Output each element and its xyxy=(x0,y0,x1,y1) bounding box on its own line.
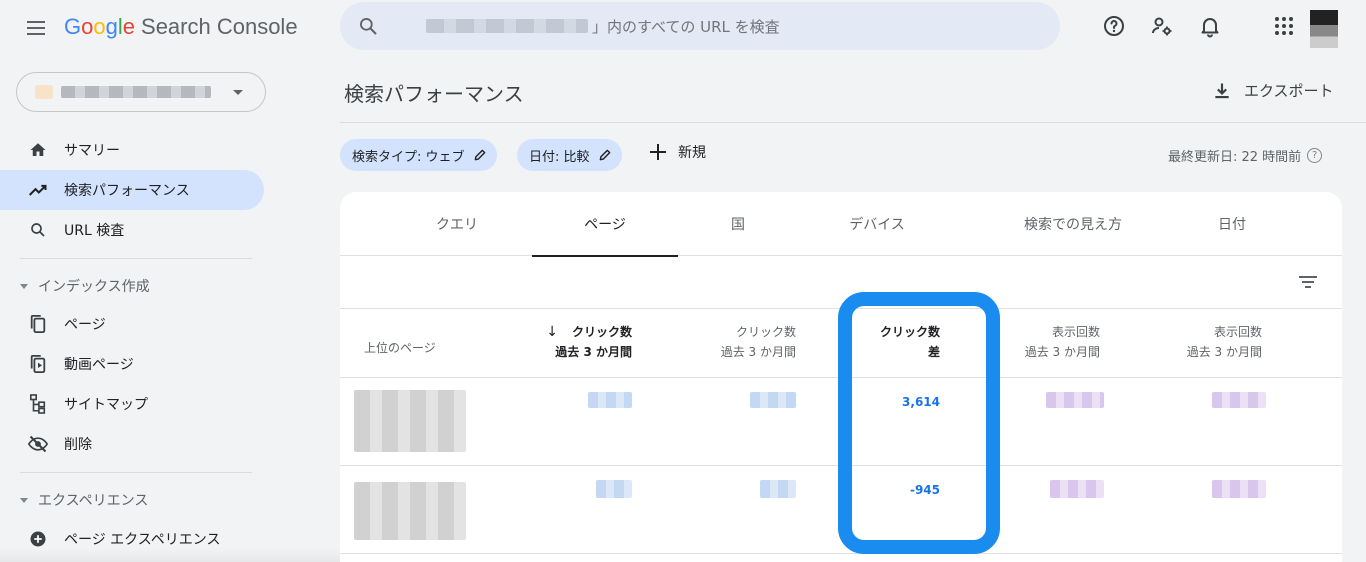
sidebar-item-video-pages[interactable]: 動画ページ xyxy=(0,344,264,384)
download-icon xyxy=(1215,83,1229,98)
section-title: エクスペリエンス xyxy=(38,493,149,509)
add-circle-icon xyxy=(28,529,48,549)
export-label: エクスポート xyxy=(1244,82,1334,100)
redacted-clicks-previous xyxy=(760,480,796,498)
property-favicon xyxy=(35,85,53,99)
redacted-page-url[interactable] xyxy=(354,482,466,540)
redacted-impressions-previous xyxy=(1212,480,1266,498)
caret-down-icon xyxy=(20,283,28,289)
chevron-down-icon xyxy=(233,90,243,95)
manage-accounts-icon[interactable] xyxy=(1148,12,1176,40)
edit-icon xyxy=(599,149,610,161)
help-icon[interactable]: ? xyxy=(1307,148,1323,163)
chip-label: 日付: 比較 xyxy=(529,149,590,165)
tab-pages[interactable]: ページ xyxy=(532,192,678,257)
edit-icon xyxy=(474,149,485,161)
dimension-tabs: クエリ ページ 国 デバイス 検索での見え方 日付 xyxy=(340,192,1342,257)
sidebar-item-pages[interactable]: ページ xyxy=(0,304,264,344)
sidebar-divider xyxy=(20,472,252,473)
header-divider xyxy=(340,122,1366,123)
column-header-clicks-current[interactable]: ↓ クリック数 過去 3 か月間 xyxy=(520,322,632,362)
export-button[interactable]: エクスポート xyxy=(1212,80,1334,101)
table-row-divider xyxy=(340,553,1342,554)
sidebar-item-label: URL 検査 xyxy=(64,223,125,239)
redacted-property-name xyxy=(61,86,211,98)
column-header-top-pages[interactable]: 上位のページ xyxy=(364,338,436,358)
tab-queries[interactable]: クエリ xyxy=(380,192,534,256)
new-filter-button[interactable]: 新規 xyxy=(650,142,706,162)
sidebar-item-search-performance[interactable]: 検索パフォーマンス xyxy=(0,170,264,210)
sidebar-item-sitemaps[interactable]: サイトマップ xyxy=(0,384,264,424)
redacted-impressions-current xyxy=(1050,480,1104,498)
chip-label: 検索タイプ: ウェブ xyxy=(352,149,465,165)
top-app-bar: Google Search Console 」内のすべての URL を検査 xyxy=(0,0,1366,56)
search-type-filter-chip[interactable]: 検索タイプ: ウェブ xyxy=(340,139,497,171)
bell-icon[interactable] xyxy=(1196,12,1224,40)
column-header-clicks-previous[interactable]: クリック数 過去 3 か月間 xyxy=(680,322,796,362)
redacted-clicks-current xyxy=(588,392,632,408)
sort-arrow-down-icon: ↓ xyxy=(546,324,558,340)
tab-devices[interactable]: デバイス xyxy=(798,192,956,256)
last-updated-status: 最終更新日: 22 時間前 ? xyxy=(1168,146,1323,165)
caret-down-icon xyxy=(20,497,28,503)
sidebar-bottom-shadow xyxy=(0,548,340,562)
date-filter-chip[interactable]: 日付: 比較 xyxy=(517,139,622,171)
plus-icon xyxy=(650,144,666,160)
clicks-difference-value: 3,614 xyxy=(902,395,940,409)
table-row-divider xyxy=(340,377,1342,378)
redacted-page-url[interactable] xyxy=(354,390,466,452)
help-icon[interactable] xyxy=(1100,12,1128,40)
column-header-impressions-current[interactable]: 表示回数 過去 3 か月間 xyxy=(1000,322,1100,362)
page-title: 検索パフォーマンス xyxy=(344,82,524,106)
home-icon xyxy=(28,140,48,160)
visibility-off-icon xyxy=(28,434,48,454)
sidebar-item-label: 削除 xyxy=(64,437,92,453)
search-icon[interactable] xyxy=(358,16,378,36)
table-top-divider xyxy=(340,308,1342,309)
sidebar-item-label: 動画ページ xyxy=(64,357,134,373)
performance-table-card: クエリ ページ 国 デバイス 検索での見え方 日付 上位のページ ↓ クリック数 … xyxy=(340,192,1342,562)
sidebar-item-label: 検索パフォーマンス xyxy=(64,183,190,199)
video-page-icon xyxy=(28,354,48,374)
sitemap-icon xyxy=(28,394,48,414)
new-label: 新規 xyxy=(678,145,706,161)
redacted-impressions-previous xyxy=(1212,392,1266,408)
column-header-impressions-previous[interactable]: 表示回数 過去 3 か月間 xyxy=(1160,322,1262,362)
sidebar-item-label: ページ エクスペリエンス xyxy=(64,532,221,548)
section-experience-toggle[interactable]: エクスペリエンス xyxy=(20,490,148,510)
redacted-property-url xyxy=(426,19,588,33)
redacted-impressions-current xyxy=(1046,392,1104,408)
trending-up-icon xyxy=(28,180,48,200)
avatar[interactable] xyxy=(1310,10,1338,48)
search-placeholder-text: 」内のすべての URL を検査 xyxy=(592,17,780,36)
clicks-difference-value: -945 xyxy=(909,483,940,497)
property-selector[interactable] xyxy=(16,72,266,112)
sidebar: サマリー 検索パフォーマンス URL 検査 インデックス作成 ページ 動画ページ… xyxy=(0,56,280,562)
sidebar-item-label: サマリー xyxy=(64,143,120,159)
sidebar-item-label: サイトマップ xyxy=(64,397,148,413)
column-header-clicks-difference[interactable]: クリック数 差 xyxy=(840,322,940,362)
url-inspection-search-bar[interactable]: 」内のすべての URL を検査 xyxy=(340,2,1060,50)
sidebar-item-removals[interactable]: 削除 xyxy=(0,424,264,464)
sidebar-divider xyxy=(20,258,252,259)
sidebar-item-url-inspection[interactable]: URL 検査 xyxy=(0,210,264,250)
last-updated-text: 最終更新日: 22 時間前 xyxy=(1168,150,1302,165)
redacted-clicks-previous xyxy=(750,392,796,408)
tab-dates[interactable]: 日付 xyxy=(1180,192,1284,256)
file-copy-icon xyxy=(28,314,48,334)
search-icon xyxy=(28,220,48,240)
redacted-clicks-current xyxy=(596,480,632,498)
google-search-console-logo[interactable]: Google Search Console xyxy=(64,14,298,40)
apps-grid-icon[interactable] xyxy=(1270,12,1298,40)
hamburger-menu-icon[interactable] xyxy=(22,14,50,42)
tab-search-appearance[interactable]: 検索での見え方 xyxy=(968,192,1178,256)
sidebar-item-label: ページ xyxy=(64,317,106,333)
table-row-divider xyxy=(340,465,1342,466)
filter-rows-icon[interactable] xyxy=(1298,272,1318,292)
section-title: インデックス作成 xyxy=(38,279,150,295)
section-indexing-toggle[interactable]: インデックス作成 xyxy=(20,276,150,296)
sidebar-item-summary[interactable]: サマリー xyxy=(0,130,264,170)
tab-countries[interactable]: 国 xyxy=(678,192,798,256)
